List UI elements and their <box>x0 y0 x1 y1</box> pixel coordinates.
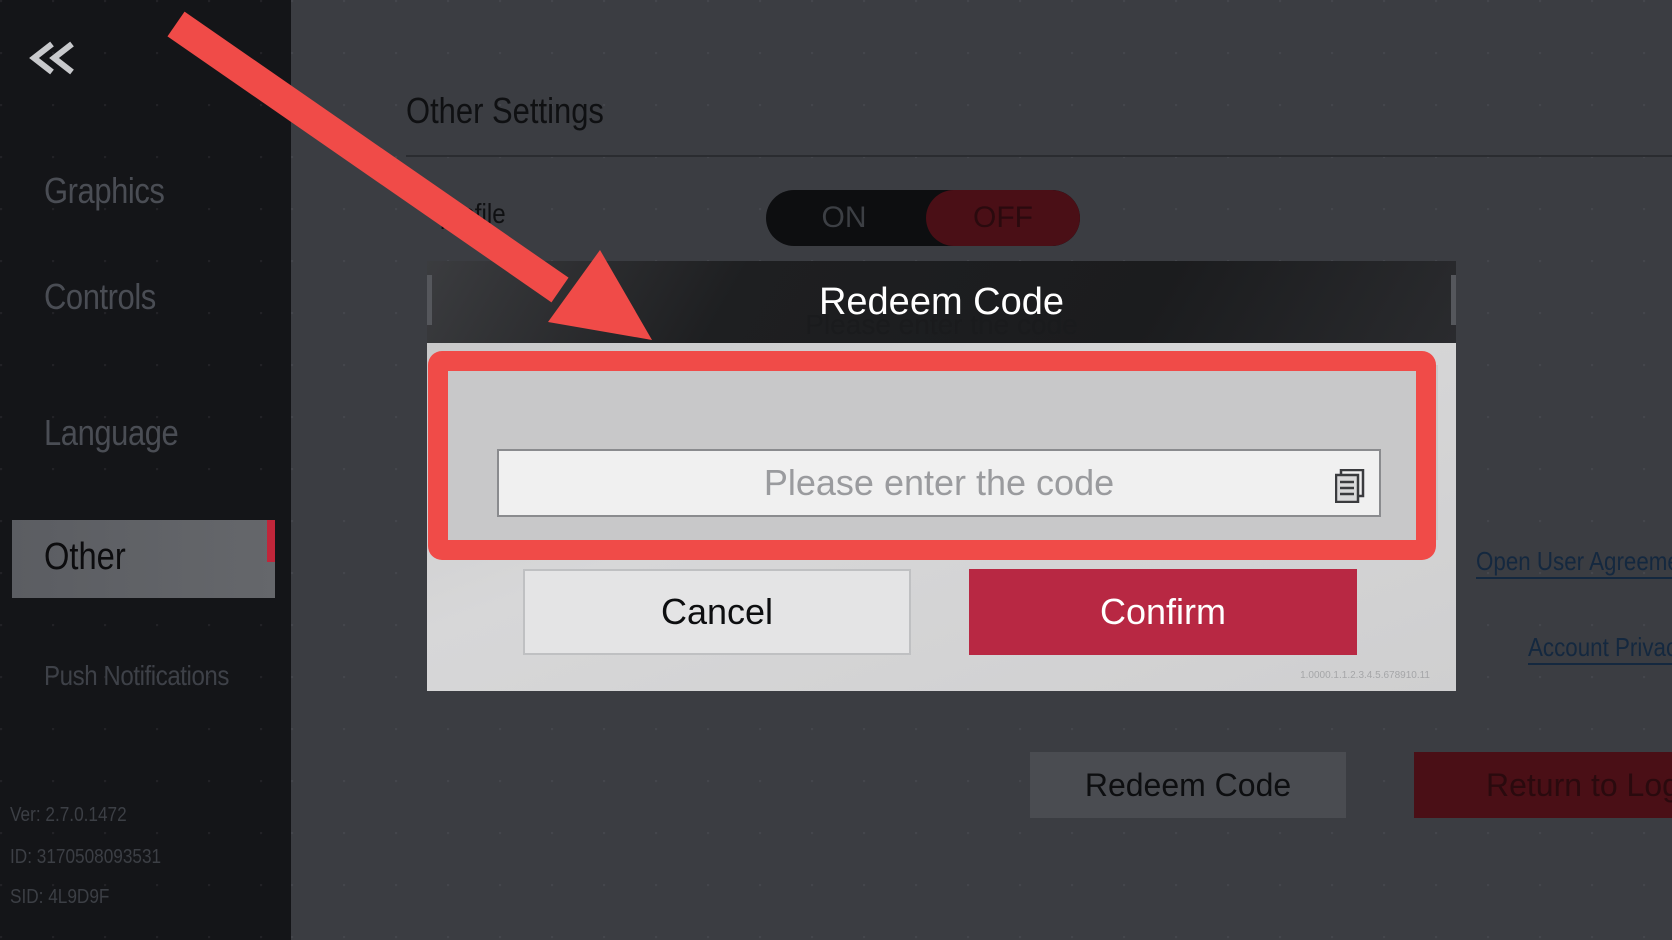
return-to-login-button[interactable]: Return to Login <box>1414 752 1672 818</box>
sidebar: Graphics Controls Language Other Push No… <box>0 0 291 940</box>
settings-screen: Graphics Controls Language Other Push No… <box>0 0 1672 940</box>
redeem-code-button[interactable]: Redeem Code <box>1030 752 1346 818</box>
build-number: 1.0000.1.1.2.3.4.5.678910.11 <box>1300 670 1430 681</box>
code-prompt: Please enter the code <box>805 309 1078 340</box>
redeem-dialog: Redeem Code Please enter the code Cancel… <box>427 261 1456 691</box>
active-indicator <box>267 520 275 562</box>
sid-text: SID: 4L9D9F <box>10 886 110 908</box>
sidebar-item-other[interactable]: Other <box>12 520 275 598</box>
sidebar-item-push-notifications[interactable]: Push Notifications <box>44 660 229 692</box>
sidebar-item-controls[interactable]: Controls <box>44 276 156 318</box>
code-input[interactable] <box>497 449 1381 517</box>
clipboard-icon[interactable] <box>1334 468 1365 504</box>
sidebar-item-language[interactable]: Language <box>44 412 179 454</box>
divider <box>406 155 1672 157</box>
profile-toggle[interactable]: ON OFF <box>766 190 1080 246</box>
confirm-button[interactable]: Confirm <box>969 569 1357 655</box>
sidebar-item-graphics[interactable]: Graphics <box>44 170 165 212</box>
profile-setting-label: profile <box>440 198 506 229</box>
version-text: Ver: 2.7.0.1472 <box>10 804 127 826</box>
user-agreement-link[interactable]: Open User Agreement <box>1476 546 1672 579</box>
sidebar-item-label: Other <box>44 536 126 578</box>
section-title: Other Settings <box>406 90 604 131</box>
cancel-button[interactable]: Cancel <box>523 569 911 655</box>
toggle-on[interactable]: ON <box>766 190 922 246</box>
account-privacy-link[interactable]: Account Privacy <box>1528 632 1672 665</box>
user-id-text: ID: 3170508093531 <box>10 846 162 868</box>
toggle-off[interactable]: OFF <box>926 190 1080 246</box>
back-icon[interactable] <box>26 38 82 78</box>
